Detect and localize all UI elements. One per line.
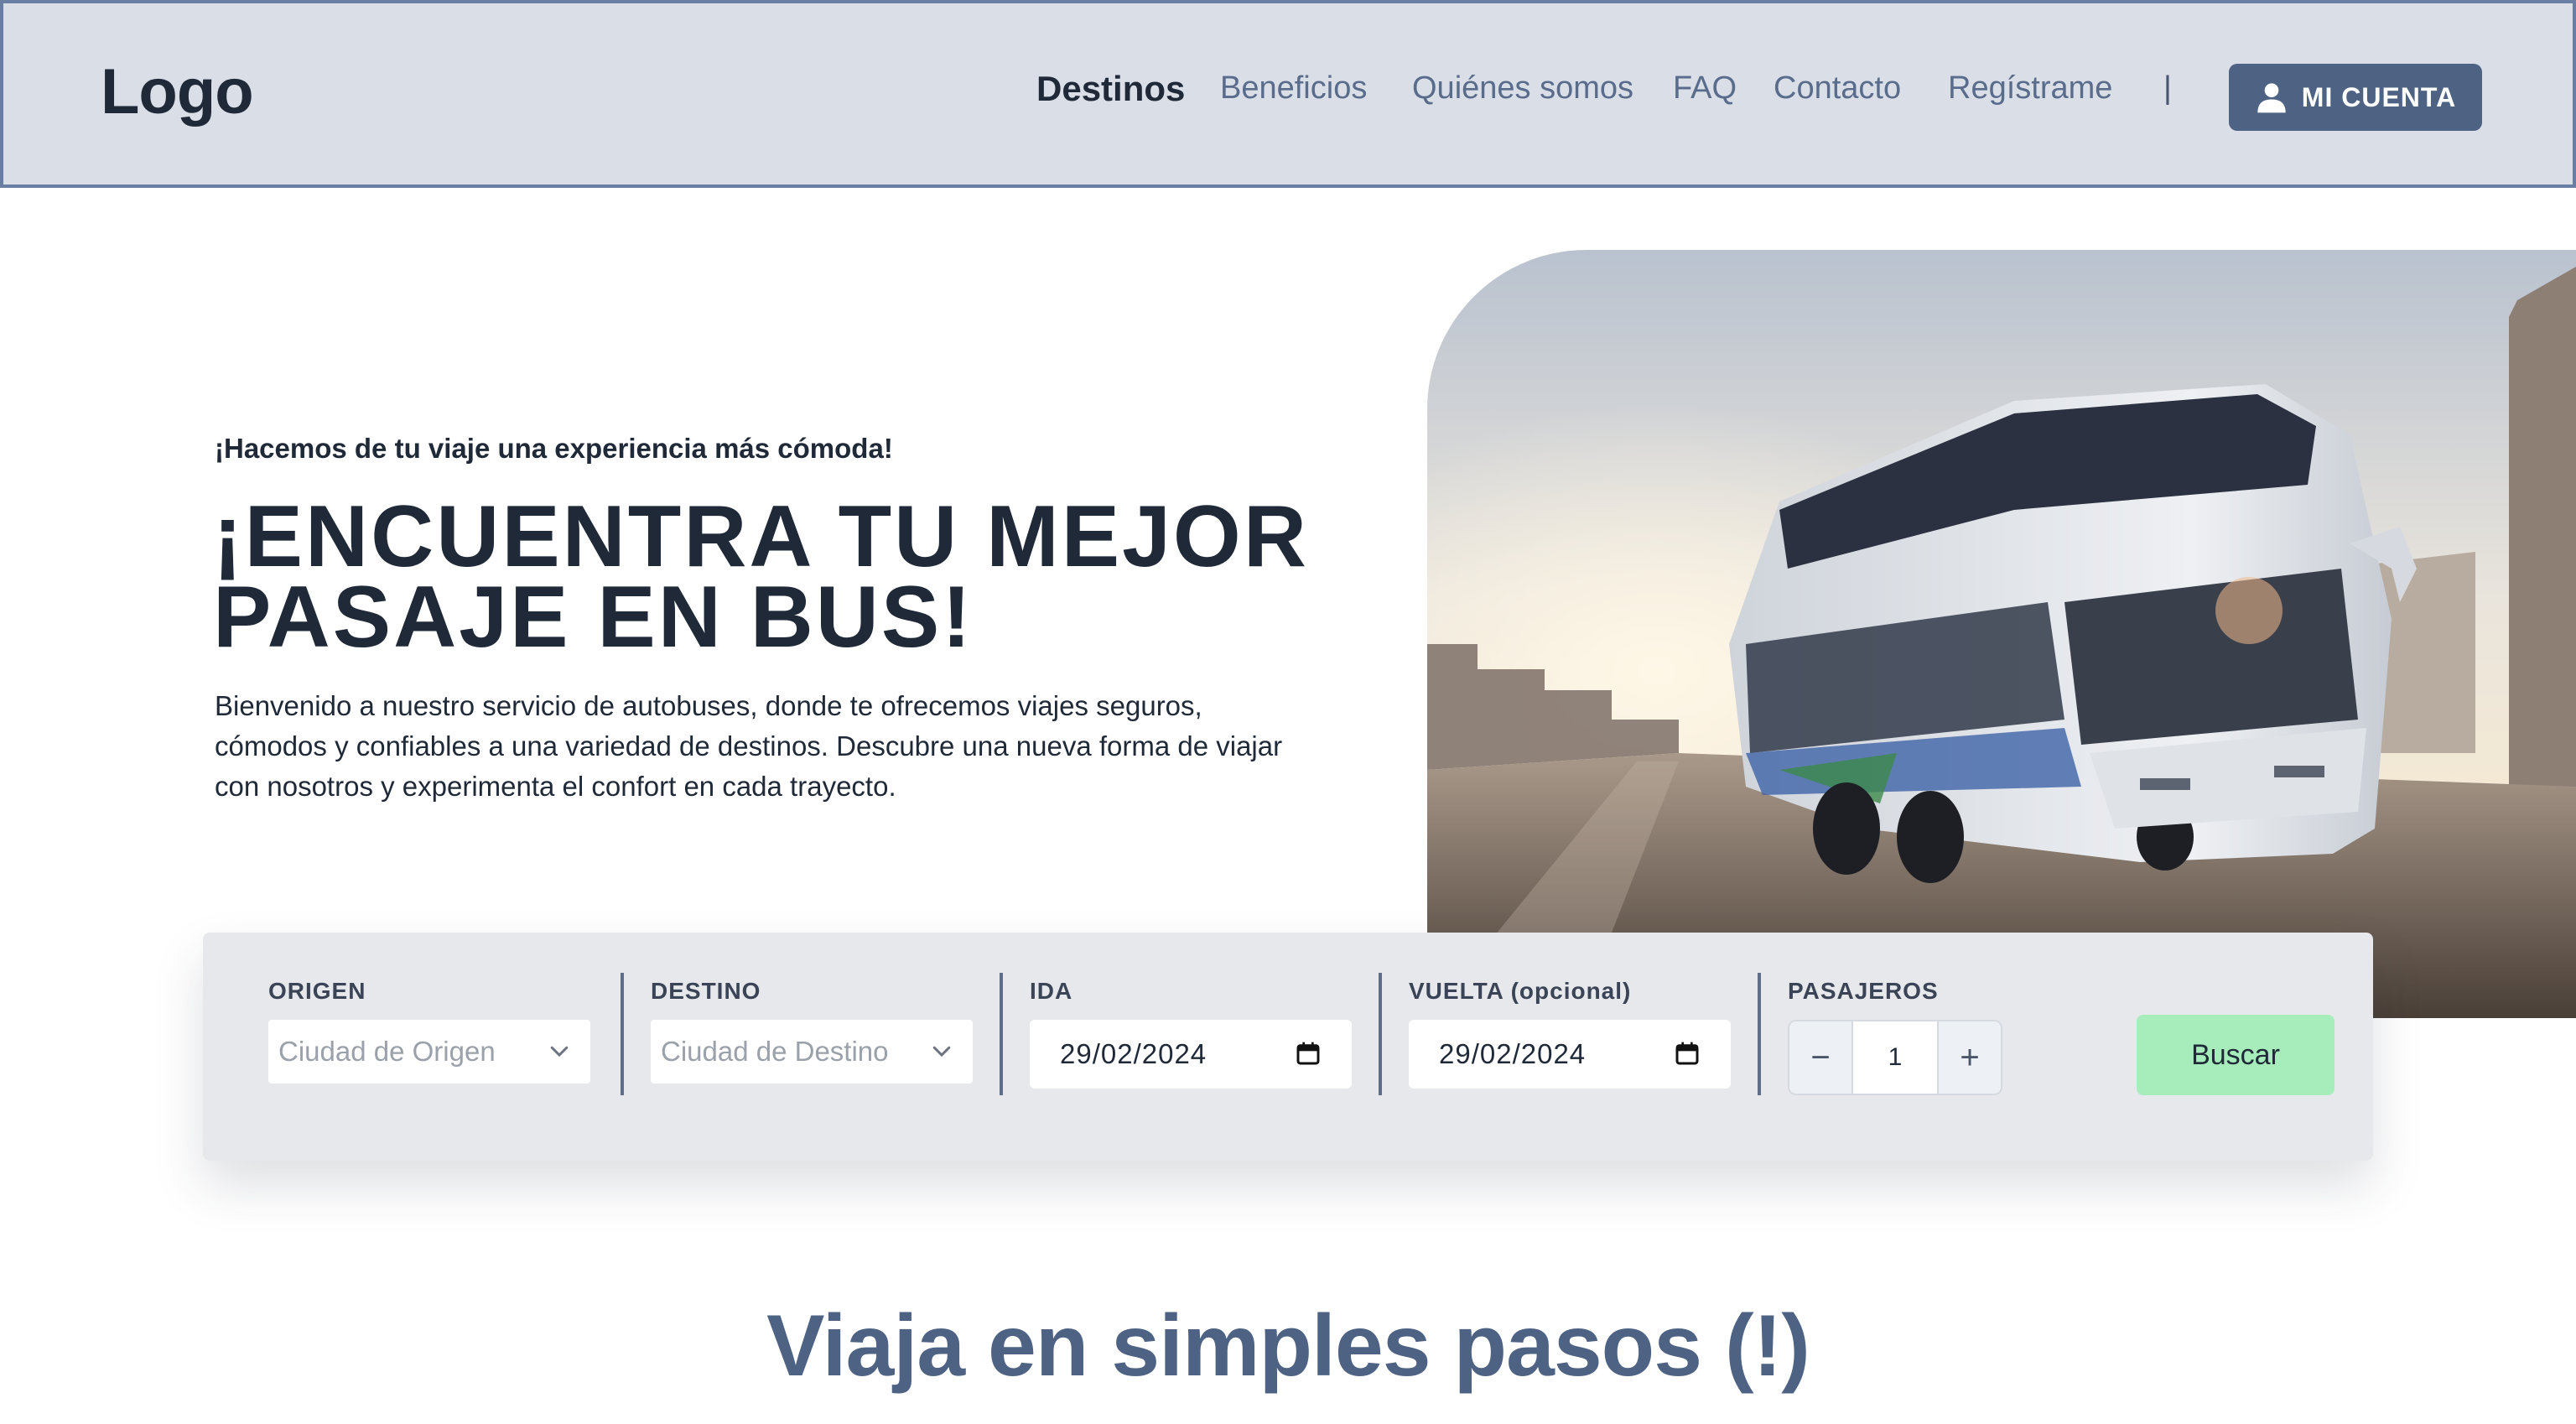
return-label: VUELTA (opcional): [1409, 978, 1632, 1004]
departure-date-value: 29/02/2024: [1060, 1038, 1208, 1069]
nav-separator: |: [2163, 70, 2172, 106]
origin-select[interactable]: Ciudad de Origen: [268, 1020, 590, 1084]
field-divider: [1379, 973, 1382, 1095]
hero-description: Bienvenido a nuestro servicio de autobus…: [215, 690, 1283, 802]
navbar: Logo Destinos Beneficios Quiénes somos F…: [0, 0, 2576, 188]
nav-link-beneficios[interactable]: Beneficios: [1220, 70, 1367, 107]
hero-title: ¡ENCUENTRA TU MEJOR PASAJE EN BUS!: [213, 493, 1471, 661]
calendar-icon[interactable]: [1674, 1040, 1701, 1067]
user-icon: [2257, 83, 2286, 113]
passengers-stepper: − 1 +: [1788, 1020, 2002, 1095]
field-divider: [1758, 973, 1761, 1095]
nav-link-quienes-somos[interactable]: Quiénes somos: [1412, 70, 1633, 107]
return-date-input[interactable]: 29/02/2024: [1409, 1020, 1731, 1089]
my-account-button[interactable]: MI CUENTA: [2229, 64, 2482, 131]
destination-placeholder: Ciudad de Destino: [661, 1036, 889, 1067]
destination-select[interactable]: Ciudad de Destino: [651, 1020, 973, 1084]
departure-label: IDA: [1030, 978, 1073, 1004]
passengers-label: PASAJEROS: [1788, 978, 1939, 1004]
nav-link-destinos[interactable]: Destinos: [1036, 69, 1185, 109]
passengers-count[interactable]: 1: [1853, 1021, 1937, 1094]
nav-links: Destinos Beneficios Quiénes somos FAQ Co…: [3, 69, 2573, 121]
nav-link-faq[interactable]: FAQ: [1673, 70, 1737, 107]
search-button[interactable]: Buscar: [2137, 1015, 2334, 1095]
field-divider: [621, 973, 624, 1095]
increment-button[interactable]: +: [1937, 1021, 2001, 1094]
origin-placeholder: Ciudad de Origen: [278, 1036, 496, 1067]
departure-date-input[interactable]: 29/02/2024: [1030, 1020, 1352, 1089]
destination-label: DESTINO: [651, 978, 761, 1004]
nav-link-registrame[interactable]: Regístrame: [1948, 70, 2112, 107]
nav-link-contacto[interactable]: Contacto: [1774, 70, 1901, 107]
hero-title-line2: PASAJE EN BUS!: [213, 569, 974, 666]
origin-label: ORIGEN: [268, 978, 366, 1004]
chevron-down-icon: [932, 1046, 951, 1058]
calendar-icon[interactable]: [1295, 1040, 1322, 1067]
hero-bus-image: [1427, 250, 2576, 1018]
trip-search-bar: ORIGEN Ciudad de Origen DESTINO Ciudad d…: [203, 933, 2373, 1161]
field-divider: [1000, 973, 1003, 1095]
my-account-label: MI CUENTA: [2301, 81, 2457, 112]
bus-photo-illustration: [1427, 250, 2576, 1018]
return-date-value: 29/02/2024: [1439, 1038, 1587, 1069]
chevron-down-icon: [550, 1046, 569, 1058]
section-title: Viaja en simples pasos (!): [766, 1297, 1810, 1395]
hero-tagline: ¡Hacemos de tu viaje una experiencia más…: [215, 433, 893, 464]
decrement-button[interactable]: −: [1789, 1021, 1853, 1094]
